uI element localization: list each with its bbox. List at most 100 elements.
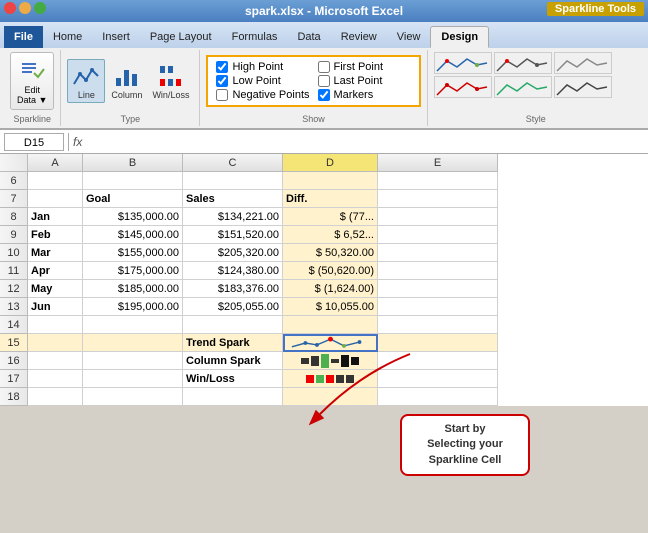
cell-d6[interactable]: [283, 172, 378, 190]
cell-b12[interactable]: $185,000.00: [83, 280, 183, 298]
tab-view[interactable]: View: [387, 26, 431, 48]
cell-a16[interactable]: [28, 352, 83, 370]
cell-c10[interactable]: $205,320.00: [183, 244, 283, 262]
cell-a7[interactable]: [28, 190, 83, 208]
show-first-point[interactable]: First Point: [318, 61, 411, 73]
row-num-18: 18: [0, 388, 28, 406]
col-header-b[interactable]: B: [83, 154, 183, 172]
cell-c18[interactable]: [183, 388, 283, 406]
cell-e12[interactable]: [378, 280, 498, 298]
cell-a8[interactable]: Jan: [28, 208, 83, 226]
cell-d12[interactable]: $ (1,624.00): [283, 280, 378, 298]
cell-c11[interactable]: $124,380.00: [183, 262, 283, 280]
cell-e7[interactable]: [378, 190, 498, 208]
cell-a12[interactable]: May: [28, 280, 83, 298]
markers-checkbox[interactable]: [318, 89, 330, 101]
style-preview-3[interactable]: [554, 52, 612, 74]
cell-e11[interactable]: [378, 262, 498, 280]
row-num-7: 7: [0, 190, 28, 208]
show-markers[interactable]: Markers: [318, 89, 411, 101]
cell-e10[interactable]: [378, 244, 498, 262]
cell-b14[interactable]: [83, 316, 183, 334]
col-header-e[interactable]: E: [378, 154, 498, 172]
cell-c8[interactable]: $134,221.00: [183, 208, 283, 226]
edit-data-button[interactable]: Edit Data ▼: [10, 52, 54, 110]
cell-a10[interactable]: Mar: [28, 244, 83, 262]
cell-c12[interactable]: $183,376.00: [183, 280, 283, 298]
cell-c17[interactable]: Win/Loss: [183, 370, 283, 388]
style-preview-1[interactable]: [434, 52, 492, 74]
show-high-point[interactable]: High Point: [216, 61, 309, 73]
cell-b7[interactable]: Goal: [83, 190, 183, 208]
cell-c14[interactable]: [183, 316, 283, 334]
cell-b17[interactable]: [83, 370, 183, 388]
cell-d11[interactable]: $ (50,620.00): [283, 262, 378, 280]
cell-b10[interactable]: $155,000.00: [83, 244, 183, 262]
tab-data[interactable]: Data: [287, 26, 330, 48]
tab-home[interactable]: Home: [43, 26, 92, 48]
tab-insert[interactable]: Insert: [92, 26, 140, 48]
cell-d10[interactable]: $ 50,320.00: [283, 244, 378, 262]
fx-label: fx: [73, 135, 82, 149]
cell-d14[interactable]: [283, 316, 378, 334]
cell-a13[interactable]: Jun: [28, 298, 83, 316]
type-line-button[interactable]: Line: [67, 59, 105, 103]
cell-a9[interactable]: Feb: [28, 226, 83, 244]
cell-a15[interactable]: [28, 334, 83, 352]
cell-a11[interactable]: Apr: [28, 262, 83, 280]
cell-c16[interactable]: Column Spark: [183, 352, 283, 370]
cell-e14[interactable]: [378, 316, 498, 334]
cell-b15[interactable]: [83, 334, 183, 352]
cell-d7[interactable]: Diff.: [283, 190, 378, 208]
show-low-point[interactable]: Low Point: [216, 75, 309, 87]
high-point-checkbox[interactable]: [216, 61, 228, 73]
col-header-d[interactable]: D: [283, 154, 378, 172]
col-header-a[interactable]: A: [28, 154, 83, 172]
cell-a17[interactable]: [28, 370, 83, 388]
cell-b6[interactable]: [83, 172, 183, 190]
cell-d13[interactable]: $ 10,055.00: [283, 298, 378, 316]
cell-b11[interactable]: $175,000.00: [83, 262, 183, 280]
cell-b9[interactable]: $145,000.00: [83, 226, 183, 244]
show-negative-points[interactable]: Negative Points: [216, 89, 309, 101]
cell-e6[interactable]: [378, 172, 498, 190]
tab-formulas[interactable]: Formulas: [222, 26, 288, 48]
style-preview-2[interactable]: [494, 52, 552, 74]
cell-reference-box[interactable]: D15: [4, 133, 64, 151]
cell-c13[interactable]: $205,055.00: [183, 298, 283, 316]
cell-a18[interactable]: [28, 388, 83, 406]
cell-c7[interactable]: Sales: [183, 190, 283, 208]
tab-page-layout[interactable]: Page Layout: [140, 26, 222, 48]
tab-design[interactable]: Design: [430, 26, 489, 48]
cell-e9[interactable]: [378, 226, 498, 244]
cell-b8[interactable]: $135,000.00: [83, 208, 183, 226]
cell-c15[interactable]: Trend Spark: [183, 334, 283, 352]
cell-b13[interactable]: $195,000.00: [83, 298, 183, 316]
type-winloss-button[interactable]: Win/Loss: [148, 60, 193, 102]
cell-b18[interactable]: [83, 388, 183, 406]
tab-review[interactable]: Review: [331, 26, 387, 48]
first-point-label: First Point: [334, 61, 384, 73]
type-column-button[interactable]: Column: [107, 60, 146, 102]
style-preview-4[interactable]: [434, 76, 492, 98]
style-preview-5[interactable]: [494, 76, 552, 98]
style-preview-6[interactable]: [554, 76, 612, 98]
cell-d9[interactable]: $ 6,52...: [283, 226, 378, 244]
tab-file[interactable]: File: [4, 26, 43, 48]
last-point-checkbox[interactable]: [318, 75, 330, 87]
cell-a14[interactable]: [28, 316, 83, 334]
negative-points-checkbox[interactable]: [216, 89, 228, 101]
callout-overlay: Start bySelecting yourSparkline Cell: [400, 414, 530, 476]
show-last-point[interactable]: Last Point: [318, 75, 411, 87]
low-point-checkbox[interactable]: [216, 75, 228, 87]
cell-c9[interactable]: $151,520.00: [183, 226, 283, 244]
cell-e8[interactable]: [378, 208, 498, 226]
first-point-checkbox[interactable]: [318, 61, 330, 73]
cell-c6[interactable]: [183, 172, 283, 190]
col-header-c[interactable]: C: [183, 154, 283, 172]
cell-d8[interactable]: $ (77...: [283, 208, 378, 226]
table-row: 11 Apr $175,000.00 $124,380.00 $ (50,620…: [0, 262, 648, 280]
cell-b16[interactable]: [83, 352, 183, 370]
cell-e13[interactable]: [378, 298, 498, 316]
cell-a6[interactable]: [28, 172, 83, 190]
